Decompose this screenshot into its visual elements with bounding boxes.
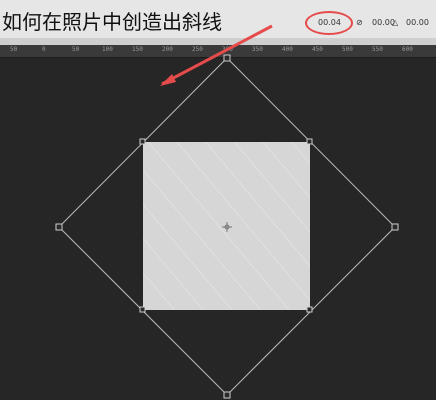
document-canvas[interactable] (0, 0, 436, 400)
transform-handle-right[interactable] (391, 223, 399, 231)
transform-handle-top[interactable] (223, 54, 231, 62)
arrow-head-icon (160, 74, 176, 86)
corner-handle[interactable] (306, 306, 313, 313)
annotation-arrow (161, 24, 273, 86)
transform-handle-bottom[interactable] (223, 391, 231, 399)
transform-handle-left[interactable] (55, 223, 63, 231)
corner-handle[interactable] (139, 138, 146, 145)
corner-handle[interactable] (306, 138, 313, 145)
corner-handle[interactable] (139, 306, 146, 313)
